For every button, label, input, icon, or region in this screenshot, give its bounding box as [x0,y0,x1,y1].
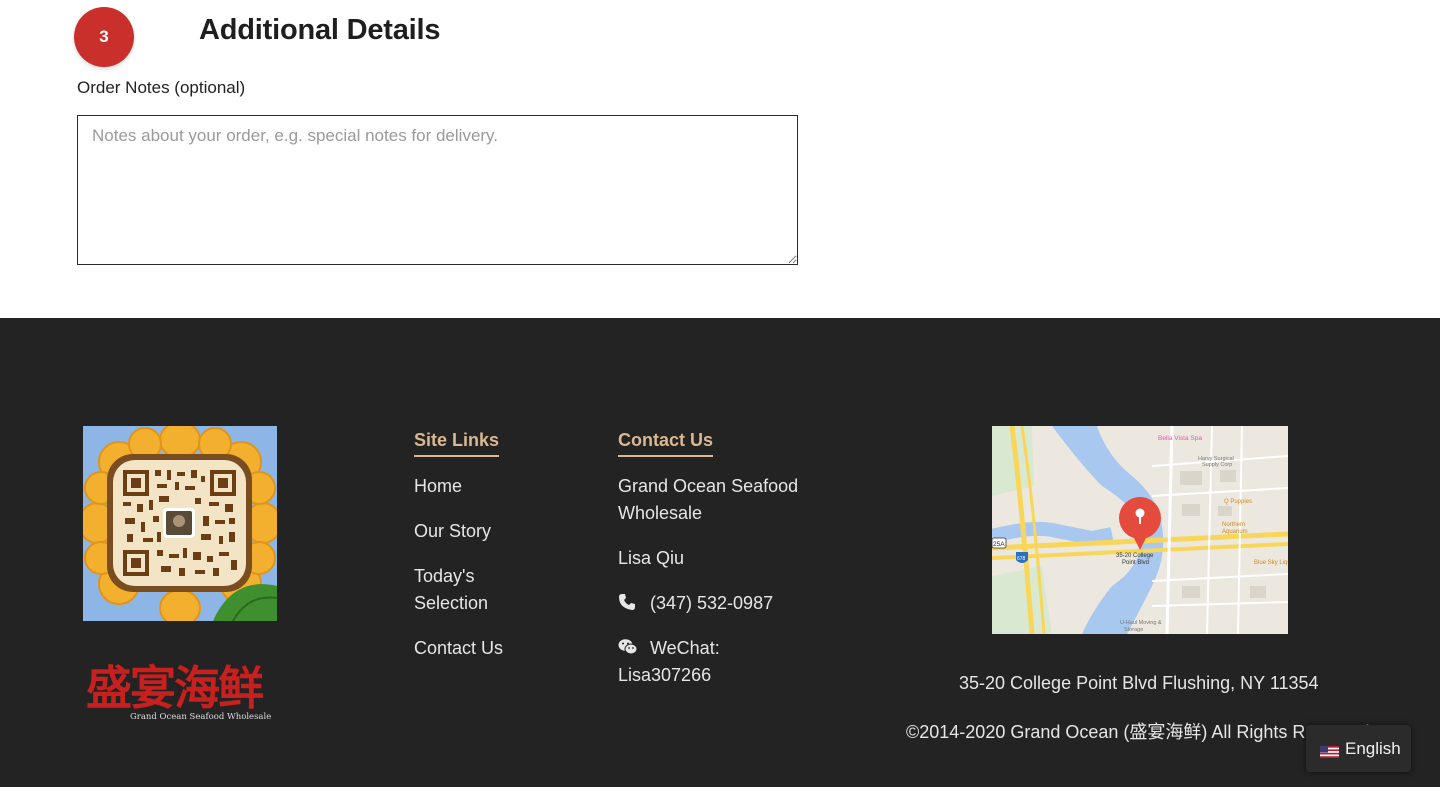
language-switcher[interactable]: English [1306,725,1411,772]
site-links-heading: Site Links [414,430,500,457]
wechat-line: WeChat: Lisa307266 [618,635,818,689]
site-footer: 盛宴海鲜 Grand Ocean Seafood Wholesale Site … [0,318,1440,787]
step-number-badge: 3 [74,7,134,67]
svg-text:Point Blvd: Point Blvd [1122,560,1149,566]
language-label: English [1345,738,1401,758]
company-name: Grand Ocean Seafood Wholesale [618,473,818,527]
footer-copyright: ©2014-2020 Grand Ocean (盛宴海鲜) All Rights… [906,722,1370,742]
footer-link-todays-line1: Today's [414,566,475,586]
svg-text:Grand Ocean Seafood Wholesale: Grand Ocean Seafood Wholesale [130,712,271,722]
order-notes-textarea[interactable] [77,115,798,265]
phone-icon [618,592,636,610]
svg-text:Aquarium: Aquarium [1222,529,1248,535]
phone-number: (347) 532-0987 [650,593,774,613]
svg-text:Supply Corp: Supply Corp [1202,462,1232,468]
svg-text:Bella Vista Spa: Bella Vista Spa [1158,435,1202,442]
wechat-qr-code-image [83,426,277,621]
footer-link-contact-us[interactable]: Contact Us [414,635,503,662]
company-name-line2: Wholesale [618,503,703,523]
order-notes-label: Order Notes (optional) [77,78,246,97]
footer-link-home[interactable]: Home [414,473,462,500]
section-title: Additional Details [199,14,441,46]
footer-link-todays-selection[interactable]: Today's Selection [414,563,554,617]
company-name-line1: Grand Ocean Seafood [618,476,799,496]
wechat-label: WeChat: [650,638,720,658]
footer-link-our-story[interactable]: Our Story [414,518,491,545]
svg-text:Q Puppies: Q Puppies [1224,499,1252,505]
grand-ocean-logo[interactable]: 盛宴海鲜 Grand Ocean Seafood Wholesale [84,656,278,724]
svg-text:U-Haul Moving &: U-Haul Moving & [1120,620,1162,626]
contact-person: Lisa Qiu [618,548,685,568]
footer-address: 35-20 College Point Blvd Flushing, NY 11… [959,673,1319,693]
svg-text:35-20 College: 35-20 College [1116,553,1154,559]
svg-text:Storage: Storage [1124,627,1143,633]
contact-us-heading: Contact Us [618,430,714,457]
footer-link-todays-line2: Selection [414,593,489,613]
phone-line[interactable]: (347) 532-0987 [618,590,773,617]
svg-text:Northern: Northern [1222,522,1245,528]
svg-text:Blue Sky Liqu: Blue Sky Liqu [1254,560,1288,566]
step-number: 3 [99,27,109,46]
wechat-icon [618,637,638,655]
wechat-id: Lisa307266 [618,665,712,685]
us-flag-icon [1320,743,1339,758]
svg-text:678: 678 [1017,556,1026,562]
svg-text:25A: 25A [993,541,1005,548]
location-map[interactable]: Bella Vista Spa Harvy Surgical Supply Co… [992,426,1288,634]
svg-text:盛宴海鲜: 盛宴海鲜 [86,661,263,715]
